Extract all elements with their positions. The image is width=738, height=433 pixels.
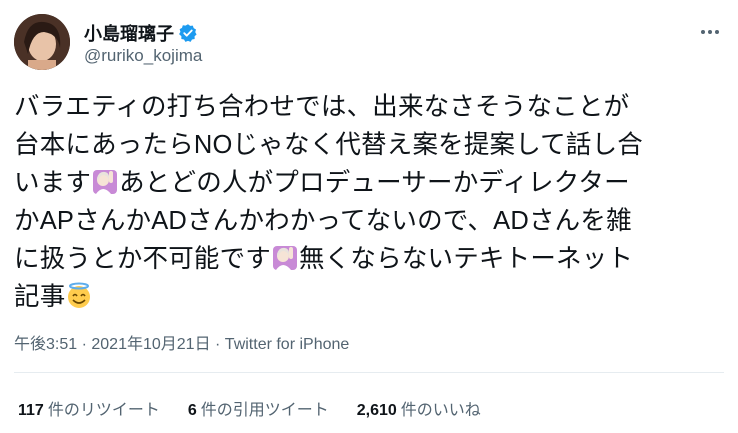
separator: · [210,336,225,353]
name-row: 小島瑠璃子 [84,20,198,46]
tweet-fragment: あとどの人がプロデューサーかディレクター [119,169,630,197]
tweet-fragment: に扱うとか不可能です [14,245,272,273]
avatar[interactable] [14,14,70,70]
separator: · [77,336,92,353]
tweet-source-link[interactable]: Twitter for iPhone [225,336,350,353]
retweets-stat[interactable]: 117 件のリツイート [18,396,160,420]
more-dots-icon[interactable] [696,22,724,42]
likes-stat[interactable]: 2,610 件のいいね [357,396,481,420]
person-raising-hand-emoji [271,244,299,272]
tweet-line: 台本にあったらNOじゃなく代替え案を提案して話し合 [14,131,643,159]
quotes-stat[interactable]: 6 件の引用ツイート [188,396,329,420]
person-raising-hand-emoji [91,168,119,196]
quotes-label: 件の引用ツイート [200,402,329,419]
retweets-count: 117 [18,402,44,419]
tweet-fragment: います [14,169,92,197]
likes-label: 件のいいね [400,402,481,419]
tweet-line: バラエティの打ち合わせでは、出来なさそうなことが [14,93,630,121]
likes-count: 2,610 [356,402,397,419]
quotes-count: 6 [187,402,197,419]
tweet-header: 小島瑠璃子 @ruriko_kojima [14,10,724,70]
tweet-line: に扱うとか不可能です 無くならないテキトーネット [14,240,724,278]
tweet-text: バラエティの打ち合わせでは、出来なさそうなことが 台本にあったらNOじゃなく代替… [14,88,724,316]
tweet-time-link[interactable]: 午後3:51 · 2021年10月21日 [14,336,211,353]
tweet-line: います あとどの人がプロデューサーかディレクター [14,164,724,202]
tweet-stats: 117 件のリツイート 6 件の引用ツイート 2,610 件のいいね [18,396,481,420]
tweet-line: 記事 [14,278,724,316]
tweet-fragment: 記事 [14,283,66,311]
halo-smiling-face-emoji [65,282,93,310]
tweet-time: 午後3:51 [14,336,78,353]
retweets-label: 件のリツイート [47,402,160,419]
user-handle[interactable]: @ruriko_kojima [84,46,202,66]
divider [14,372,724,373]
tweet-date: 2021年10月21日 [91,336,211,353]
tweet-fragment: 無くならないテキトーネット [299,245,634,273]
display-name[interactable]: 小島瑠璃子 [84,20,174,46]
tweet-meta: 午後3:51 · 2021年10月21日 · Twitter for iPhon… [14,330,349,354]
tweet-line: かAPさんかADさんかわかってないので、ADさんを雑 [14,207,632,235]
verified-badge-icon [178,23,198,43]
